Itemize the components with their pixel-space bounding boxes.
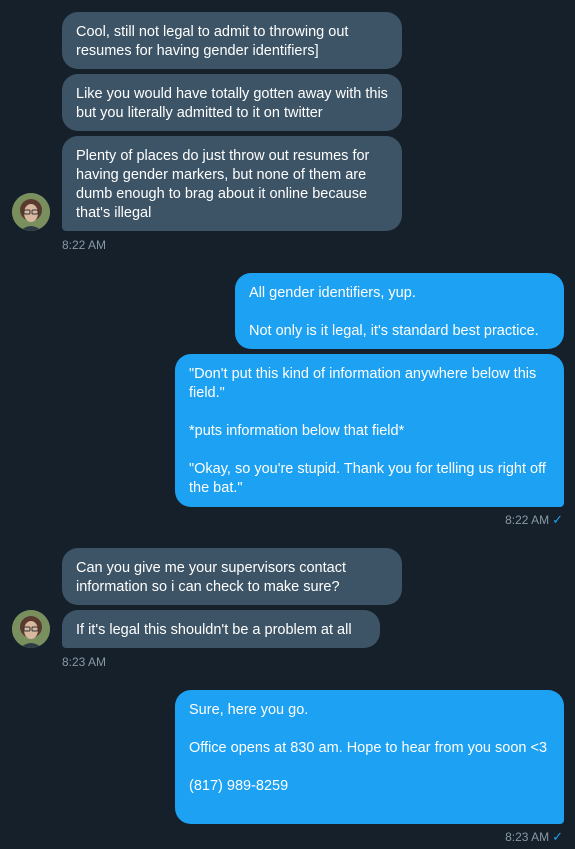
message-incoming: Plenty of places do just throw out resum…: [62, 136, 402, 231]
message-incoming: Cool, still not legal to admit to throwi…: [62, 12, 402, 69]
timestamp: 8:23 AM: [62, 655, 107, 669]
message-outgoing: Sure, here you go. Office opens at 830 a…: [175, 690, 564, 824]
message-outgoing: "Don't put this kind of information anyw…: [175, 354, 564, 507]
timestamp: 8:23 AM ✓: [505, 829, 563, 845]
avatar[interactable]: [12, 193, 50, 231]
check-icon: ✓: [552, 512, 563, 527]
timestamp-text: 8:22 AM: [505, 513, 550, 527]
message-incoming: Like you would have totally gotten away …: [62, 74, 402, 131]
message-incoming: If it's legal this shouldn't be a proble…: [62, 610, 380, 648]
avatar-image: [12, 193, 50, 231]
avatar-image: [12, 610, 50, 648]
check-icon: ✓: [552, 829, 563, 844]
message-outgoing: All gender identifiers, yup. Not only is…: [235, 273, 564, 349]
timestamp: 8:22 AM: [62, 238, 107, 252]
timestamp: 8:22 AM ✓: [505, 512, 563, 528]
timestamp-text: 8:23 AM: [505, 830, 550, 844]
message-incoming: Can you give me your supervisors contact…: [62, 548, 402, 605]
avatar[interactable]: [12, 610, 50, 648]
